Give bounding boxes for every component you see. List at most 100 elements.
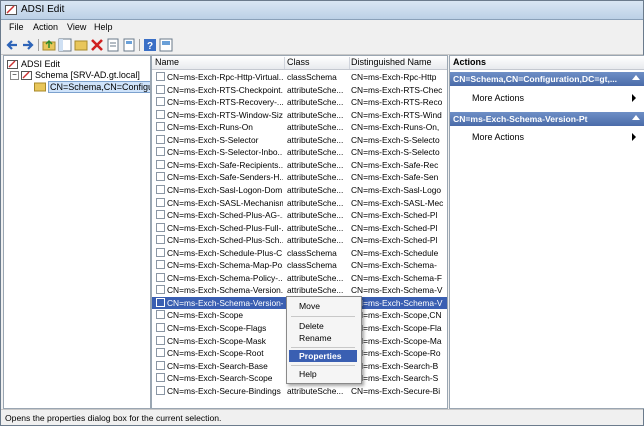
console-icon[interactable] bbox=[159, 38, 173, 52]
table-row[interactable]: CN=ms-Exch-Runs-On attributeSche... CN=ms-… bbox=[152, 121, 447, 133]
folder-icon bbox=[34, 82, 46, 92]
menu-item-properties[interactable]: Properties bbox=[289, 350, 357, 362]
cell-name: CN=ms-Exch-S-Selector bbox=[167, 134, 259, 145]
menu-item-help[interactable]: Help bbox=[299, 369, 317, 379]
tree-schema-container[interactable]: CN=Schema,CN=Configura bbox=[48, 81, 150, 93]
cell-class: attributeSche... bbox=[287, 172, 344, 183]
cell-class: attributeSche... bbox=[287, 222, 344, 233]
menu-separator bbox=[291, 347, 355, 348]
toolbar-separator bbox=[139, 39, 140, 51]
adsi-edit-icon bbox=[5, 5, 17, 15]
cell-name: CN=ms-Exch-Rpc-Http-Virtual... bbox=[167, 72, 283, 82]
cell-dn: CN=ms-Exch-S-Selecto bbox=[351, 134, 440, 145]
tree-pane[interactable]: ADSI Edit − Schema [SRV-AD.gt.local] CN=… bbox=[3, 55, 151, 409]
cell-class: attributeSche... bbox=[287, 109, 344, 120]
adsi-edit-icon bbox=[7, 60, 18, 69]
schema-object-icon bbox=[156, 297, 165, 307]
cell-name: CN=ms-Exch-Sched-Plus-AG-... bbox=[167, 210, 283, 221]
cell-class: attributeSche... bbox=[287, 210, 344, 221]
forward-icon[interactable] bbox=[21, 38, 35, 52]
cell-dn: CN=ms-Exch-Sched-Pl bbox=[351, 235, 438, 246]
table-row[interactable]: CN=ms-Exch-Secure-Bindings attributeSche.… bbox=[152, 385, 447, 397]
menu-item-rename[interactable]: Rename bbox=[299, 333, 331, 343]
cell-dn: CN=ms-Exch-Search-B bbox=[351, 360, 439, 371]
cell-class: attributeSche... bbox=[287, 122, 344, 133]
menu-item-delete[interactable]: Delete bbox=[299, 321, 324, 331]
cell-dn: CN=ms-Exch-Schema-V bbox=[351, 285, 443, 296]
back-icon[interactable] bbox=[5, 38, 19, 52]
folder-icon[interactable] bbox=[74, 38, 88, 52]
cell-class: attributeSche... bbox=[287, 197, 344, 208]
cell-name: CN=ms-Exch-Schema-Map-Po... bbox=[167, 260, 283, 271]
table-row[interactable]: CN=ms-Exch-Sched-Plus-Sch... attributeSch… bbox=[152, 234, 447, 246]
actions-header: Actions bbox=[450, 56, 644, 70]
schema-object-icon bbox=[156, 260, 165, 270]
table-row[interactable]: CN=ms-Exch-Sched-Plus-AG-... attributeSch… bbox=[152, 209, 447, 221]
menu-help[interactable]: Help bbox=[94, 22, 113, 32]
table-row[interactable]: CN=ms-Exch-Schedule-Plus-C... classSchema… bbox=[152, 247, 447, 259]
actions-section-schema[interactable]: CN=Schema,CN=Configuration,DC=gt,... bbox=[450, 72, 644, 86]
table-row[interactable]: CN=ms-Exch-Sched-Plus-Full-... attributeS… bbox=[152, 222, 447, 234]
up-folder-icon[interactable] bbox=[42, 38, 56, 52]
actions-title: Actions bbox=[453, 57, 487, 67]
export-icon[interactable] bbox=[106, 38, 120, 52]
cell-name: CN=ms-Exch-S-Selector-Inbo... bbox=[167, 147, 283, 158]
table-row[interactable]: CN=ms-Exch-Schema-Version... attributeSch… bbox=[152, 284, 447, 296]
cell-name: CN=ms-Exch-Secure-Bindings bbox=[167, 385, 281, 396]
menu-separator bbox=[291, 365, 355, 366]
cell-dn: CN=ms-Exch-Schedule bbox=[351, 247, 439, 258]
table-row[interactable]: CN=ms-Exch-RTS-Checkpoint... attributeSch… bbox=[152, 84, 447, 96]
table-row[interactable]: CN=ms-Exch-S-Selector-Inbo... attributeSc… bbox=[152, 146, 447, 158]
properties-icon[interactable] bbox=[122, 38, 136, 52]
status-text: Opens the properties dialog box for the … bbox=[5, 413, 222, 423]
column-header-class[interactable]: Class bbox=[287, 57, 350, 69]
menu-item-move[interactable]: Move bbox=[299, 301, 320, 311]
more-actions-link[interactable]: More Actions bbox=[472, 93, 524, 103]
table-row[interactable]: CN=ms-Exch-Safe-Senders-H... attributeSch… bbox=[152, 171, 447, 183]
cell-dn: CN=ms-Exch-S-Selecto bbox=[351, 147, 440, 158]
actions-pane: Actions CN=Schema,CN=Configuration,DC=gt… bbox=[449, 55, 644, 409]
collapse-arrow-icon[interactable] bbox=[632, 115, 640, 120]
schema-object-icon bbox=[156, 134, 165, 144]
menu-view[interactable]: View bbox=[67, 22, 86, 32]
cell-class: attributeSche... bbox=[287, 184, 344, 195]
column-header-name[interactable]: Name bbox=[155, 57, 285, 69]
show-tree-icon[interactable] bbox=[58, 38, 72, 52]
cell-name: CN=ms-Exch-Sasl-Logon-Dom... bbox=[167, 184, 283, 195]
table-row[interactable]: CN=ms-Exch-RTS-Recovery-... attributeSche… bbox=[152, 96, 447, 108]
submenu-arrow-icon[interactable] bbox=[632, 133, 636, 141]
table-row[interactable]: CN=ms-Exch-Schema-Policy-... attributeSch… bbox=[152, 272, 447, 284]
more-actions-link[interactable]: More Actions bbox=[472, 132, 524, 142]
table-row[interactable]: CN=ms-Exch-Safe-Recipients... attributeSc… bbox=[152, 159, 447, 171]
cell-name: CN=ms-Exch-RTS-Recovery-... bbox=[167, 97, 283, 108]
table-row[interactable]: CN=ms-Exch-Schema-Map-Po... classSchema CN… bbox=[152, 259, 447, 271]
collapse-icon[interactable]: − bbox=[10, 71, 19, 80]
table-row[interactable]: CN=ms-Exch-S-Selector attributeSche... CN=… bbox=[152, 134, 447, 146]
cell-name: CN=ms-Exch-Schema-Policy-... bbox=[167, 272, 283, 283]
cell-name: CN=ms-Exch-Search-Scope bbox=[167, 373, 273, 384]
cell-class: classSchema bbox=[287, 260, 337, 271]
table-row[interactable]: CN=ms-Exch-Sasl-Logon-Dom... attributeSch… bbox=[152, 184, 447, 196]
tree-schema-label[interactable]: Schema [SRV-AD.gt.local] bbox=[35, 70, 140, 80]
cell-name: CN=ms-Exch-Schema-Version... bbox=[167, 285, 283, 296]
cell-class: attributeSche... bbox=[287, 84, 344, 95]
title-bar[interactable]: ADSI Edit bbox=[1, 1, 643, 20]
cell-dn: CN=ms-Exch-Sched-Pl bbox=[351, 222, 438, 233]
schema-object-icon bbox=[156, 72, 165, 81]
cell-dn: CN=ms-Exch-Scope-Ma bbox=[351, 335, 442, 346]
table-row[interactable]: CN=ms-Exch-SASL-Mechanisms attributeSche.… bbox=[152, 197, 447, 209]
collapse-arrow-icon[interactable] bbox=[632, 75, 640, 80]
column-header-dn[interactable]: Distinguished Name bbox=[351, 57, 446, 69]
menu-file[interactable]: File bbox=[9, 22, 24, 32]
menu-action[interactable]: Action bbox=[33, 22, 58, 32]
cell-name: CN=ms-Exch-Runs-On bbox=[167, 122, 253, 133]
tree-root-label[interactable]: ADSI Edit bbox=[21, 59, 60, 69]
table-row[interactable]: CN=ms-Exch-Rpc-Http-Virtual... classSchem… bbox=[152, 71, 447, 83]
help-icon[interactable]: ? bbox=[143, 38, 157, 52]
actions-section-selected[interactable]: CN=ms-Exch-Schema-Version-Pt bbox=[450, 112, 644, 126]
submenu-arrow-icon[interactable] bbox=[632, 94, 636, 102]
schema-object-icon bbox=[156, 310, 165, 320]
table-row[interactable]: CN=ms-Exch-RTS-Window-Size attributeSche.… bbox=[152, 109, 447, 121]
delete-icon[interactable] bbox=[90, 38, 104, 52]
menu-separator bbox=[291, 316, 355, 317]
